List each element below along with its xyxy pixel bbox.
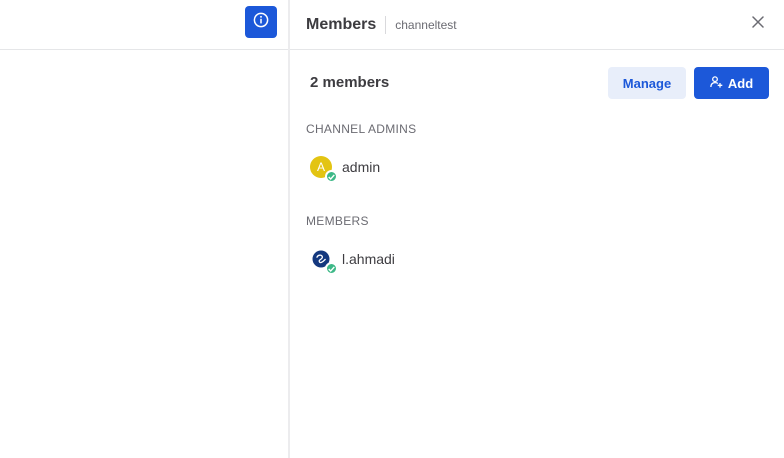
avatar: A [310, 156, 338, 183]
add-button-label: Add [727, 75, 754, 91]
avatar-initial: A [316, 160, 325, 174]
channel-name: channeltest [395, 17, 457, 32]
close-button[interactable] [746, 12, 770, 36]
add-member-button[interactable]: Add [694, 67, 769, 99]
panel-title: Members [306, 15, 377, 33]
member-name: l.ahmadi [342, 251, 395, 267]
member-count: 2 members [310, 74, 390, 91]
section-title-admins: CHANNEL ADMINS [306, 122, 417, 136]
manage-button-label: Manage [622, 75, 672, 91]
add-user-icon [710, 75, 728, 91]
members-panel: Members channeltest 2 members Manage Add… [290, 0, 784, 458]
center-channel [0, 0, 289, 458]
title-separator [385, 15, 387, 34]
avatar [310, 248, 338, 275]
manage-button[interactable]: Manage [608, 67, 686, 99]
channel-info-button[interactable] [245, 6, 277, 38]
section-title-members: MEMBERS [306, 214, 369, 228]
info-icon [253, 12, 269, 33]
member-name: admin [342, 159, 381, 175]
member-row[interactable]: A admin [310, 153, 381, 183]
status-online-icon [325, 170, 338, 183]
status-online-icon [325, 262, 338, 275]
member-row[interactable]: l.ahmadi [310, 245, 395, 275]
rhs-header: Members channeltest [290, 0, 784, 50]
close-icon [752, 15, 764, 33]
channel-header [0, 0, 289, 50]
